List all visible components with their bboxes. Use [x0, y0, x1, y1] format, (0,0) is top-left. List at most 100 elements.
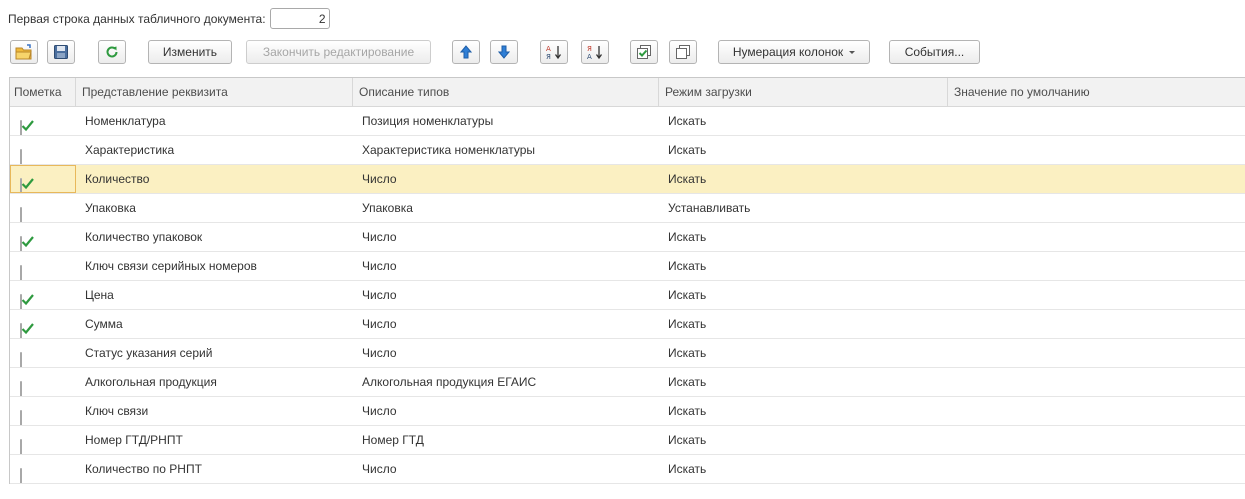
attribute-cell[interactable]: Статус указания серий	[76, 339, 353, 367]
load-mode-cell[interactable]: Искать	[659, 368, 948, 396]
default-cell[interactable]	[948, 310, 1245, 338]
types-cell[interactable]: Характеристика номенклатуры	[353, 136, 659, 164]
default-cell[interactable]	[948, 107, 1245, 135]
mark-cell[interactable]	[10, 339, 76, 367]
unchecked-checkbox[interactable]	[20, 468, 22, 483]
types-cell[interactable]: Упаковка	[353, 194, 659, 222]
mark-cell[interactable]	[10, 136, 76, 164]
default-cell[interactable]	[948, 339, 1245, 367]
open-button[interactable]	[10, 40, 38, 64]
attribute-cell[interactable]: Ключ связи серийных номеров	[76, 252, 353, 280]
load-mode-cell[interactable]: Искать	[659, 252, 948, 280]
unchecked-checkbox[interactable]	[20, 265, 22, 280]
attribute-cell[interactable]: Номер ГТД/РНПТ	[76, 426, 353, 454]
load-mode-cell[interactable]: Искать	[659, 339, 948, 367]
mark-cell[interactable]	[10, 107, 76, 135]
mark-cell[interactable]	[10, 223, 76, 251]
column-header-types[interactable]: Описание типов	[353, 78, 659, 106]
checked-checkbox[interactable]	[20, 120, 34, 135]
mark-cell[interactable]	[10, 194, 76, 222]
types-cell[interactable]: Позиция номенклатуры	[353, 107, 659, 135]
sort-desc-button[interactable]: ЯА	[581, 40, 609, 64]
table-row[interactable]: Цена Число Искать	[10, 281, 1245, 310]
load-mode-cell[interactable]: Искать	[659, 223, 948, 251]
load-mode-cell[interactable]: Искать	[659, 426, 948, 454]
default-cell[interactable]	[948, 368, 1245, 396]
load-mode-cell[interactable]: Устанавливать	[659, 194, 948, 222]
default-cell[interactable]	[948, 136, 1245, 164]
default-cell[interactable]	[948, 281, 1245, 309]
load-mode-cell[interactable]: Искать	[659, 455, 948, 483]
table-row[interactable]: Количество упаковок Число Искать	[10, 223, 1245, 252]
default-cell[interactable]	[948, 252, 1245, 280]
column-header-mark[interactable]: Пометка	[10, 78, 76, 106]
attribute-cell[interactable]: Цена	[76, 281, 353, 309]
uncheck-all-button[interactable]	[669, 40, 697, 64]
mark-cell[interactable]	[10, 252, 76, 280]
attribute-cell[interactable]: Алкогольная продукция	[76, 368, 353, 396]
column-header-load-mode[interactable]: Режим загрузки	[659, 78, 948, 106]
mark-cell[interactable]	[10, 397, 76, 425]
table-row[interactable]: Количество Число Искать	[10, 165, 1245, 194]
unchecked-checkbox[interactable]	[20, 381, 22, 396]
mark-cell[interactable]	[10, 281, 76, 309]
table-row[interactable]: Характеристика Характеристика номенклатур…	[10, 136, 1245, 165]
mark-cell[interactable]	[10, 310, 76, 338]
move-up-button[interactable]	[452, 40, 480, 64]
check-all-button[interactable]	[630, 40, 658, 64]
types-cell[interactable]: Число	[353, 165, 659, 193]
table-row[interactable]: Ключ связи Число Искать	[10, 397, 1245, 426]
unchecked-checkbox[interactable]	[20, 149, 22, 164]
move-down-button[interactable]	[490, 40, 518, 64]
attribute-cell[interactable]: Количество по РНПТ	[76, 455, 353, 483]
checked-checkbox[interactable]	[20, 236, 34, 251]
default-cell[interactable]	[948, 165, 1245, 193]
types-cell[interactable]: Число	[353, 455, 659, 483]
table-row[interactable]: Упаковка Упаковка Устанавливать	[10, 194, 1245, 223]
finish-edit-button[interactable]: Закончить редактирование	[246, 40, 431, 64]
types-cell[interactable]: Число	[353, 310, 659, 338]
checked-checkbox[interactable]	[20, 294, 34, 309]
default-cell[interactable]	[948, 397, 1245, 425]
default-cell[interactable]	[948, 223, 1245, 251]
first-row-input[interactable]	[269, 8, 330, 29]
types-cell[interactable]: Число	[353, 397, 659, 425]
refresh-button[interactable]	[98, 40, 126, 64]
attribute-cell[interactable]: Номенклатура	[76, 107, 353, 135]
column-numbering-button[interactable]: Нумерация колонок	[718, 40, 870, 64]
table-row[interactable]: Номер ГТД/РНПТ Номер ГТД Искать	[10, 426, 1245, 455]
load-mode-cell[interactable]: Искать	[659, 397, 948, 425]
attribute-cell[interactable]: Количество	[76, 165, 353, 193]
unchecked-checkbox[interactable]	[20, 410, 22, 425]
types-cell[interactable]: Алкогольная продукция ЕГАИС	[353, 368, 659, 396]
table-row[interactable]: Ключ связи серийных номеров Число Искать	[10, 252, 1245, 281]
default-cell[interactable]	[948, 426, 1245, 454]
default-cell[interactable]	[948, 455, 1245, 483]
column-header-attribute[interactable]: Представление реквизита	[76, 78, 353, 106]
types-cell[interactable]: Номер ГТД	[353, 426, 659, 454]
table-row[interactable]: Статус указания серий Число Искать	[10, 339, 1245, 368]
unchecked-checkbox[interactable]	[20, 439, 22, 454]
mark-cell[interactable]	[10, 426, 76, 454]
mark-cell[interactable]	[10, 165, 76, 193]
table-row[interactable]: Алкогольная продукция Алкогольная продукц…	[10, 368, 1245, 397]
types-cell[interactable]: Число	[353, 252, 659, 280]
mark-cell[interactable]	[10, 368, 76, 396]
load-mode-cell[interactable]: Искать	[659, 165, 948, 193]
table-row[interactable]: Сумма Число Искать	[10, 310, 1245, 339]
types-cell[interactable]: Число	[353, 339, 659, 367]
load-mode-cell[interactable]: Искать	[659, 107, 948, 135]
edit-button[interactable]: Изменить	[148, 40, 232, 64]
load-mode-cell[interactable]: Искать	[659, 281, 948, 309]
default-cell[interactable]	[948, 194, 1245, 222]
attribute-cell[interactable]: Количество упаковок	[76, 223, 353, 251]
load-mode-cell[interactable]: Искать	[659, 136, 948, 164]
unchecked-checkbox[interactable]	[20, 352, 22, 367]
types-cell[interactable]: Число	[353, 223, 659, 251]
attribute-cell[interactable]: Сумма	[76, 310, 353, 338]
checked-checkbox[interactable]	[20, 323, 34, 338]
events-button[interactable]: События...	[889, 40, 980, 64]
table-row[interactable]: Количество по РНПТ Число Искать	[10, 455, 1245, 484]
sort-asc-button[interactable]: АЯ	[540, 40, 568, 64]
attribute-cell[interactable]: Упаковка	[76, 194, 353, 222]
